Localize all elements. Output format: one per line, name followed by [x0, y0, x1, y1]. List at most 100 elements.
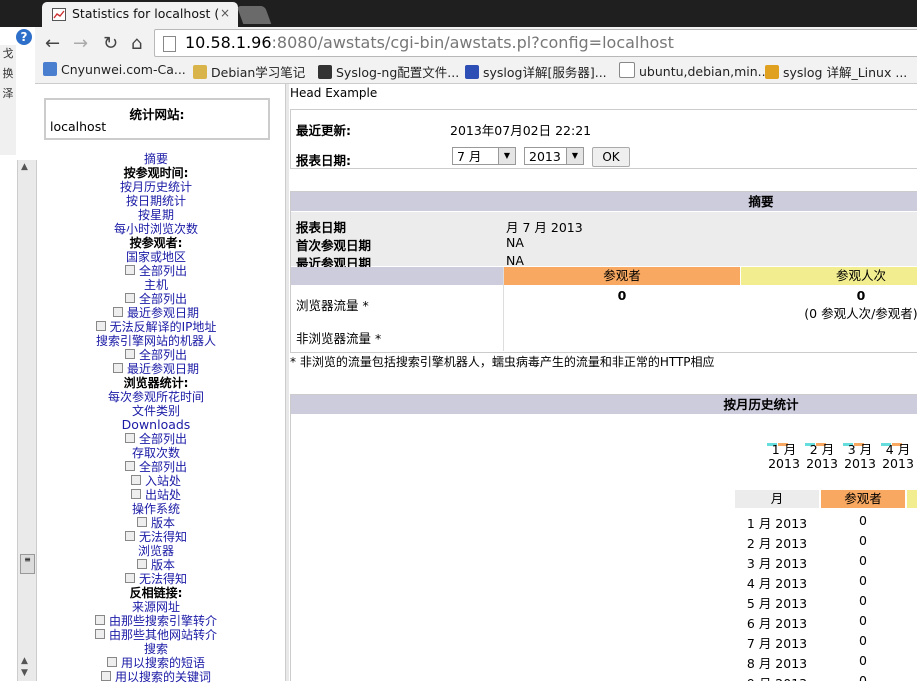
- menu-category: 浏览器统计:: [38, 376, 274, 390]
- menu-label: 操作系统: [131, 502, 180, 516]
- menu-link[interactable]: 无法得知: [38, 530, 274, 544]
- ime-item-0[interactable]: 戈: [0, 45, 16, 65]
- ok-button[interactable]: OK: [592, 147, 630, 167]
- menu-link[interactable]: 来源网址: [38, 600, 274, 614]
- scrollbar-thumb[interactable]: ≡: [20, 554, 35, 574]
- report-date-row-label: 报表日期: [296, 220, 347, 235]
- menu-scrollbar[interactable]: ▲ ≡ ▲ ▼: [17, 160, 37, 681]
- reload-icon[interactable]: ↻: [103, 33, 118, 54]
- menu-link[interactable]: 全部列出: [38, 264, 274, 278]
- menu-link[interactable]: Downloads: [38, 418, 274, 432]
- menu-link[interactable]: 全部列出: [38, 348, 274, 362]
- scroll-up-icon[interactable]: ▲: [21, 162, 28, 172]
- back-arrow-icon[interactable]: ←: [45, 33, 60, 54]
- bookmark-item[interactable]: Syslog-ng配置文件...: [318, 62, 459, 81]
- bookmark-item[interactable]: ubuntu,debian,min...: [619, 62, 770, 79]
- bookmark-label: ubuntu,debian,min...: [639, 64, 770, 79]
- menu-link[interactable]: 按月历史统计: [38, 180, 274, 194]
- menu-link[interactable]: 最近参观日期: [38, 362, 274, 376]
- ime-item-2[interactable]: 泽: [0, 85, 16, 105]
- menu-link[interactable]: 无法反解译的IP地址: [38, 320, 274, 334]
- browser-traffic-label: 浏览器流量 *: [296, 298, 369, 313]
- menu-link[interactable]: 按日期统计: [38, 194, 274, 208]
- first-visit-label: 首次参观日期: [296, 238, 372, 253]
- home-icon[interactable]: ⌂: [131, 33, 142, 54]
- year-select[interactable]: 2013 ▼: [524, 147, 584, 165]
- tab-awstats[interactable]: Statistics for localhost ( ×: [42, 2, 238, 27]
- menu-link[interactable]: 操作系统: [38, 502, 274, 516]
- bookmark-item[interactable]: Cnyunwei.com-Ca...: [43, 62, 186, 77]
- month-select[interactable]: 7 月 ▼: [452, 147, 516, 165]
- menu-link[interactable]: 出站处: [38, 488, 274, 502]
- visits-col-header: [907, 490, 917, 508]
- sub-item-icon: [124, 461, 135, 471]
- sub-item-icon: [130, 489, 141, 499]
- menu-link[interactable]: 搜索引擎网站的机器人: [38, 334, 274, 348]
- menu-label: 搜索: [143, 642, 168, 656]
- summary-panel: 摘要 报表日期 月 7 月 2013 首次参观日期 NA 最近参观日期 NA 参…: [290, 191, 917, 353]
- bookmark-item[interactable]: Debian学习笔记: [193, 62, 305, 81]
- forward-arrow-icon[interactable]: →: [73, 33, 88, 54]
- menu-link[interactable]: 全部列出: [38, 460, 274, 474]
- scroll-down-icon[interactable]: ▼: [21, 668, 28, 678]
- menu-label: 按日期统计: [125, 194, 186, 208]
- page-favicon-icon: [52, 8, 66, 21]
- bookmark-item[interactable]: syslog详解[服务器]...: [465, 62, 607, 81]
- menu-label: 按月历史统计: [119, 180, 192, 194]
- report-date-label: 报表日期:: [296, 153, 351, 168]
- menu-link[interactable]: 摘要: [38, 152, 274, 166]
- menu-link[interactable]: 由那些搜索引擎转介: [38, 614, 274, 628]
- menu-category: 按参观时间:: [38, 166, 274, 180]
- menu-link[interactable]: 版本: [38, 558, 274, 572]
- ime-toolbar: 戈 换 泽: [0, 45, 16, 155]
- menu-link[interactable]: 国家或地区: [38, 250, 274, 264]
- menu-label: 版本: [150, 558, 175, 572]
- row-month: 1 月 2013: [746, 516, 808, 531]
- menu-label: 最近参观日期: [126, 306, 199, 320]
- row-visitors: 0: [859, 653, 867, 668]
- menu-link[interactable]: 全部列出: [38, 432, 274, 446]
- table-row: 5 月 2013 0: [735, 593, 917, 613]
- menu-link[interactable]: 无法得知: [38, 572, 274, 586]
- menu-link[interactable]: 入站处: [38, 474, 274, 488]
- menu-label: 按参观时间:: [123, 166, 189, 180]
- menu-link[interactable]: 主机: [38, 278, 274, 292]
- menu-link[interactable]: 版本: [38, 516, 274, 530]
- menu-link[interactable]: 按星期: [38, 208, 274, 222]
- new-tab-button[interactable]: [236, 6, 272, 24]
- menu-link[interactable]: 最近参观日期: [38, 306, 274, 320]
- visits-value: 0: [856, 288, 866, 303]
- row-month: 2 月 2013: [746, 536, 808, 551]
- site-box: 统计网站: localhost: [44, 98, 270, 140]
- menu-label: 全部列出: [138, 460, 187, 474]
- menu-label: 用以搜索的短语: [120, 656, 205, 670]
- menu-link[interactable]: 搜索: [38, 642, 274, 656]
- help-icon[interactable]: ?: [16, 29, 32, 45]
- tab-close-icon[interactable]: ×: [220, 6, 230, 20]
- chart-month-label: 1 月 2013: [764, 443, 804, 471]
- summary-title: 摘要: [748, 194, 774, 209]
- menu-link[interactable]: 每小时浏览次数: [38, 222, 274, 236]
- monthly-history-panel: 按月历史统计 1 月 2013 2 月 2013 3 月 2013 4 月 2013 月…: [290, 394, 917, 681]
- menu-label: 由那些其他网站转介: [108, 628, 217, 642]
- visitors-col-header: 参观者: [504, 267, 740, 285]
- menu-link[interactable]: 文件类别: [38, 404, 274, 418]
- menu-label: 无法反解译的IP地址: [109, 320, 217, 334]
- chart-month-label: 3 月 2013: [840, 443, 880, 471]
- sub-item-icon: [100, 671, 111, 681]
- address-bar[interactable]: 10.58.1.96:8080/awstats/cgi-bin/awstats.…: [154, 29, 917, 57]
- chart-year: 2013: [806, 456, 838, 471]
- menu-link[interactable]: 每次参观所花时间: [38, 390, 274, 404]
- ime-item-1[interactable]: 换: [0, 65, 16, 85]
- menu-label: 全部列出: [138, 264, 187, 278]
- menu-link[interactable]: 浏览器: [38, 544, 274, 558]
- menu-link[interactable]: 用以搜索的关键词: [38, 670, 274, 684]
- menu-link[interactable]: 全部列出: [38, 292, 274, 306]
- menu-link[interactable]: 存取次数: [38, 446, 274, 460]
- scroll-down-icon[interactable]: ▲: [21, 656, 28, 666]
- bookmark-item[interactable]: syslog 详解_Linux ...: [765, 62, 907, 81]
- menu-link[interactable]: 由那些其他网站转介: [38, 628, 274, 642]
- title-bar: Statistics for localhost ( ×: [0, 0, 917, 27]
- menu-link[interactable]: 用以搜索的短语: [38, 656, 274, 670]
- paw-icon: [465, 65, 479, 79]
